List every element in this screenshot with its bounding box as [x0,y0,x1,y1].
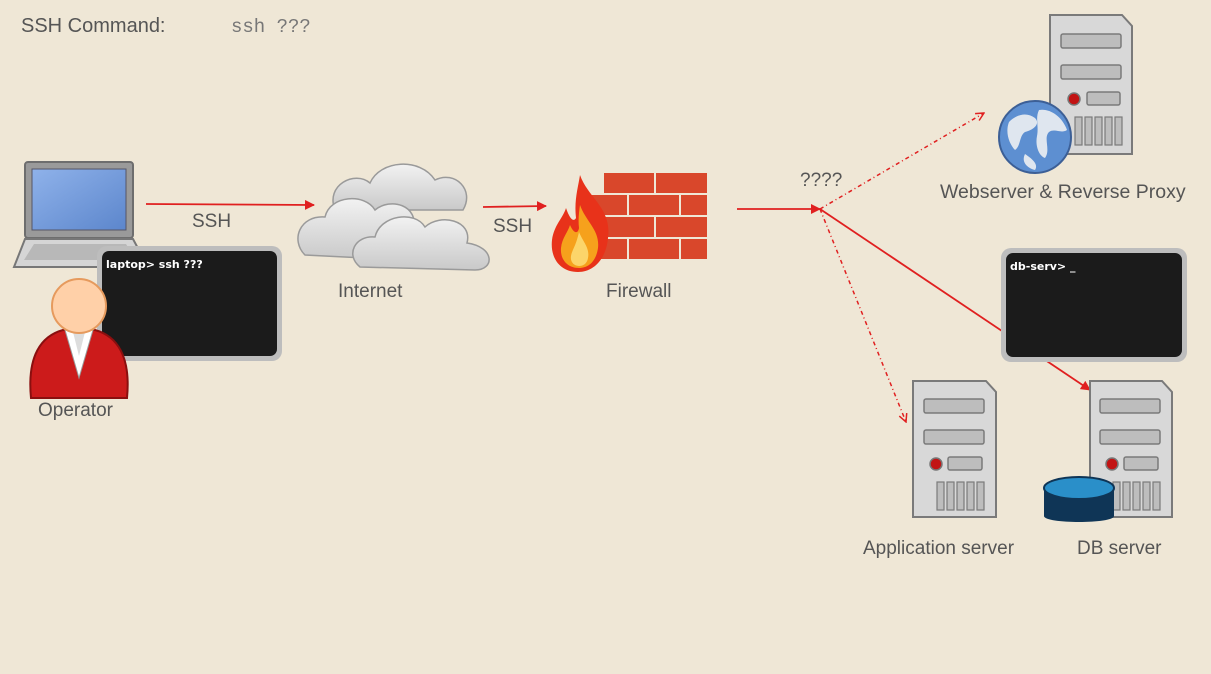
database-icon [1043,476,1115,522]
webserver-label: Webserver & Reverse Proxy [940,181,1186,203]
db-server-icon [1043,380,1173,522]
edge-label-ssh-2: SSH [493,216,533,237]
db-server-label: DB server [1077,538,1162,559]
edge-label-ssh-1: SSH [192,211,232,232]
arrow-laptop-to-internet [145,199,315,210]
webserver-icon [998,14,1133,174]
db-terminal-screen: db-serv> _ [1006,253,1182,357]
flame-icon [551,175,609,272]
db-terminal: db-serv> _ [1001,248,1187,362]
firewall-icon [551,171,709,272]
cloud-icon [297,163,490,271]
arrow-to-app-server [819,208,906,422]
app-server-label: Application server [863,538,1015,559]
db-terminal-text: db-serv> _ [1010,260,1076,273]
edge-label-unknown: ???? [800,170,843,191]
internet-label: Internet [338,281,403,302]
app-server-icon [912,380,997,518]
firewall-label: Firewall [606,281,672,302]
globe-icon [998,100,1072,174]
